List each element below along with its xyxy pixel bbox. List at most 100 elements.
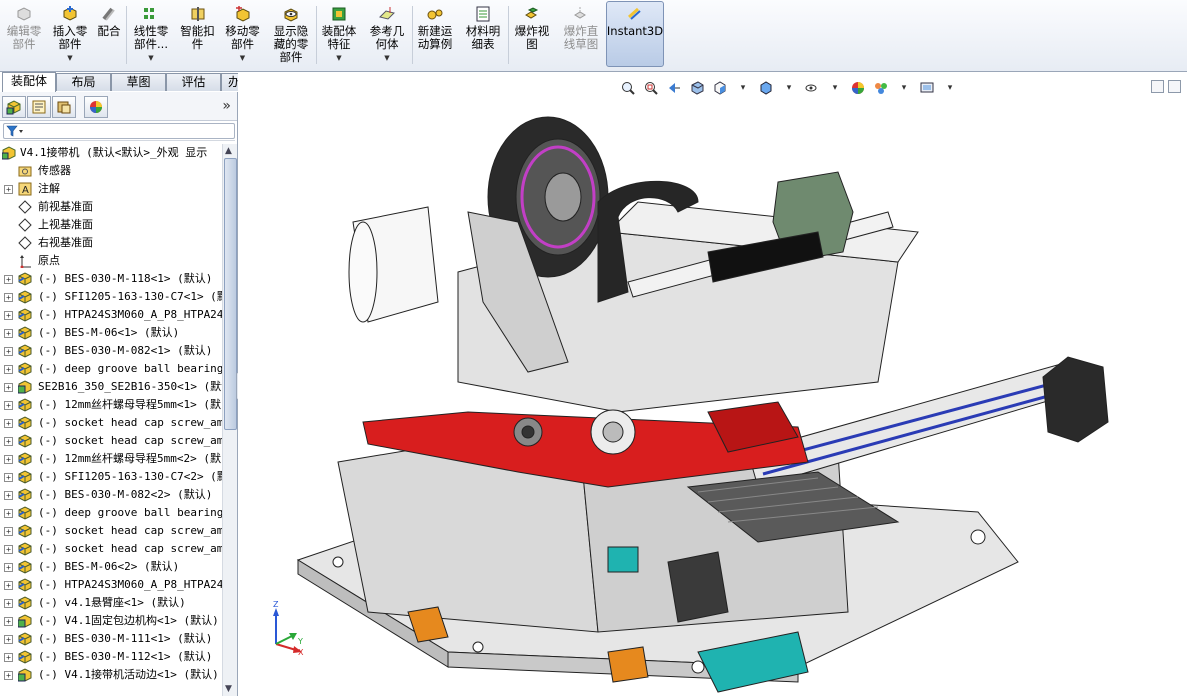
- tree-item[interactable]: + (-) 12mm丝杆螺母导程5mm<2> (默: [0, 450, 222, 468]
- tab-2[interactable]: 草图: [111, 73, 166, 91]
- tree-item[interactable]: 右视基准面: [0, 234, 222, 252]
- expand-plus-icon[interactable]: +: [4, 347, 13, 356]
- ribbon-button-edit-component[interactable]: 编辑零 部件: [0, 2, 48, 68]
- tree-item[interactable]: + (-) deep groove ball bearings: [0, 360, 222, 378]
- svg-text:X: X: [298, 648, 304, 655]
- expand-plus-icon[interactable]: +: [4, 473, 13, 482]
- expand-plus-icon[interactable]: +: [4, 275, 13, 284]
- tree-item[interactable]: + (-) socket head cap screw_am_B: [0, 414, 222, 432]
- expand-plus-icon[interactable]: +: [4, 383, 13, 392]
- ribbon-button-show-hidden[interactable]: 显示隐 藏的零 部件: [266, 2, 316, 68]
- tab-1[interactable]: 布局: [56, 73, 111, 91]
- tree-item[interactable]: + (-) 12mm丝杆螺母导程5mm<1> (默: [0, 396, 222, 414]
- chevron-right-icon[interactable]: »: [222, 98, 231, 114]
- ribbon-button-mate[interactable]: 配合: [92, 2, 126, 68]
- expand-plus-icon[interactable]: +: [4, 635, 13, 644]
- expand-plus-icon[interactable]: +: [4, 419, 13, 428]
- tab-0[interactable]: 装配体: [2, 72, 56, 92]
- expand-plus-icon[interactable]: +: [4, 545, 13, 554]
- expand-plus-icon[interactable]: +: [4, 185, 13, 194]
- tree-item[interactable]: + (-) BES-030-M-082<1> (默认): [0, 342, 222, 360]
- ribbon-button-bom[interactable]: 材料明 细表: [458, 2, 508, 68]
- expand-plus-icon[interactable]: +: [4, 401, 13, 410]
- configuration-manager-tab[interactable]: [52, 96, 76, 118]
- tree-item[interactable]: + (-) BES-030-M-111<1> (默认): [0, 630, 222, 648]
- command-manager-ribbon: 编辑零 部件 插入零 部件 ▼ 配合 线性零 部件... ▼ 智能扣 件移动零 部件 ▼ 显示隐…: [0, 0, 1187, 72]
- part-icon: [18, 434, 32, 448]
- dropdown-arrow-icon[interactable]: ▼: [240, 52, 245, 65]
- tree-item[interactable]: 原点: [0, 252, 222, 270]
- tree-item[interactable]: + (-) socket head cap screw_am_B: [0, 522, 222, 540]
- expand-plus-icon[interactable]: +: [4, 617, 13, 626]
- expand-plus-icon[interactable]: +: [4, 527, 13, 536]
- tree-item[interactable]: + (-) HTPA24S3M060_A_P8_HTPA24S3M: [0, 576, 222, 594]
- ribbon-button-label: 爆炸直 线草图: [563, 24, 599, 51]
- tree-item[interactable]: + (-) deep groove ball bearings: [0, 504, 222, 522]
- dropdown-arrow-icon[interactable]: ▼: [67, 52, 72, 65]
- dropdown-arrow-icon[interactable]: ▼: [148, 52, 153, 65]
- expand-plus-icon[interactable]: +: [4, 437, 13, 446]
- expand-plus-icon[interactable]: +: [4, 599, 13, 608]
- tree-item[interactable]: 前视基准面: [0, 198, 222, 216]
- tree-item[interactable]: + (-) BES-030-M-118<1> (默认): [0, 270, 222, 288]
- tree-item[interactable]: + (-) BES-M-06<2> (默认): [0, 558, 222, 576]
- tree-item-label: (-) V4.1接带机活动边<1> (默认): [38, 668, 219, 681]
- expand-plus-icon[interactable]: +: [4, 329, 13, 338]
- tree-item[interactable]: + (-) BES-M-06<1> (默认): [0, 324, 222, 342]
- tree-scrollbar[interactable]: ▲ ▼: [222, 144, 237, 696]
- ribbon-button-label: 材料明 细表: [465, 24, 501, 51]
- ribbon-button-label: 线性零 部件...: [133, 24, 169, 51]
- expand-plus-icon[interactable]: +: [4, 455, 13, 464]
- tab-3[interactable]: 评估: [166, 73, 221, 91]
- expand-plus-icon[interactable]: +: [4, 311, 13, 320]
- tree-item[interactable]: + A 注解: [0, 180, 222, 198]
- ribbon-button-linear-pattern[interactable]: 线性零 部件... ▼: [126, 2, 176, 68]
- expand-plus-icon[interactable]: +: [4, 293, 13, 302]
- tree-item[interactable]: + (-) SFI1205-163-130-C7<2> (默认: [0, 468, 222, 486]
- ribbon-button-exploded-view[interactable]: 爆炸视 图: [508, 2, 556, 68]
- ribbon-button-instant3d[interactable]: Instant3D: [606, 1, 664, 67]
- property-manager-tab[interactable]: [27, 96, 51, 118]
- ribbon-button-smart-fasteners[interactable]: 智能扣 件: [176, 2, 219, 68]
- tree-item[interactable]: + (-) socket head cap screw_am_B: [0, 540, 222, 558]
- expand-plus-icon[interactable]: +: [4, 365, 13, 374]
- ribbon-button-insert-component[interactable]: 插入零 部件 ▼: [48, 2, 92, 68]
- tree-item[interactable]: + (-) v4.1悬臂座<1> (默认): [0, 594, 222, 612]
- tree-item[interactable]: + (-) V4.1固定包边机构<1> (默认): [0, 612, 222, 630]
- tree-item[interactable]: + SE2B16_350_SE2B16-350<1> (默认: [0, 378, 222, 396]
- tree-item[interactable]: + (-) BES-030-M-112<1> (默认): [0, 648, 222, 666]
- expand-plus-icon[interactable]: +: [4, 671, 13, 680]
- ribbon-button-explode-line[interactable]: 爆炸直 线草图: [556, 2, 606, 68]
- maximize-viewport-icon[interactable]: [1168, 80, 1181, 93]
- dropdown-arrow-icon[interactable]: ▼: [384, 52, 389, 65]
- assembly-3d-model[interactable]: [278, 92, 1158, 696]
- dropdown-arrow-icon[interactable]: ▼: [336, 52, 341, 65]
- tree-item[interactable]: + (-) SFI1205-163-130-C7<1> (默认: [0, 288, 222, 306]
- tree-item-label: (-) socket head cap screw_am_B: [38, 434, 222, 447]
- scroll-down-icon[interactable]: ▼: [225, 684, 232, 694]
- expand-plus-icon[interactable]: +: [4, 509, 13, 518]
- tree-item-label: 传感器: [38, 164, 71, 177]
- ribbon-button-move-component[interactable]: 移动零 部件 ▼: [219, 2, 266, 68]
- ribbon-button-motion-study[interactable]: 新建运 动算例: [412, 2, 458, 68]
- scroll-up-icon[interactable]: ▲: [225, 146, 232, 156]
- expand-plus-icon[interactable]: +: [4, 653, 13, 662]
- expand-plus-icon[interactable]: +: [4, 563, 13, 572]
- expand-plus-icon[interactable]: +: [4, 491, 13, 500]
- tree-item[interactable]: + (-) BES-030-M-082<2> (默认): [0, 486, 222, 504]
- tree-item[interactable]: + (-) socket head cap screw_am_B: [0, 432, 222, 450]
- tree-item-label: (-) BES-M-06<1> (默认): [38, 326, 180, 339]
- graphics-viewport[interactable]: ▾ ▾ ▾ ▾ ▾ Z Y X: [238, 72, 1187, 696]
- feature-manager-tab[interactable]: [2, 96, 26, 118]
- display-manager-tab[interactable]: [84, 96, 108, 118]
- part-icon: [18, 506, 32, 520]
- tree-root-item[interactable]: V4.1接带机 (默认<默认>_外观 显示: [0, 144, 222, 162]
- tree-item[interactable]: 上视基准面: [0, 216, 222, 234]
- ribbon-button-assembly-feature[interactable]: 装配体 特征 ▼: [316, 2, 362, 68]
- ribbon-button-reference-geometry[interactable]: 参考几 何体 ▼: [362, 2, 412, 68]
- tree-item[interactable]: + (-) HTPA24S3M060_A_P8_HTPA24S3M: [0, 306, 222, 324]
- expand-plus-icon[interactable]: +: [4, 581, 13, 590]
- tree-filter-input[interactable]: [3, 123, 235, 139]
- tree-item[interactable]: + (-) V4.1接带机活动边<1> (默认): [0, 666, 222, 684]
- tree-item[interactable]: 传感器: [0, 162, 222, 180]
